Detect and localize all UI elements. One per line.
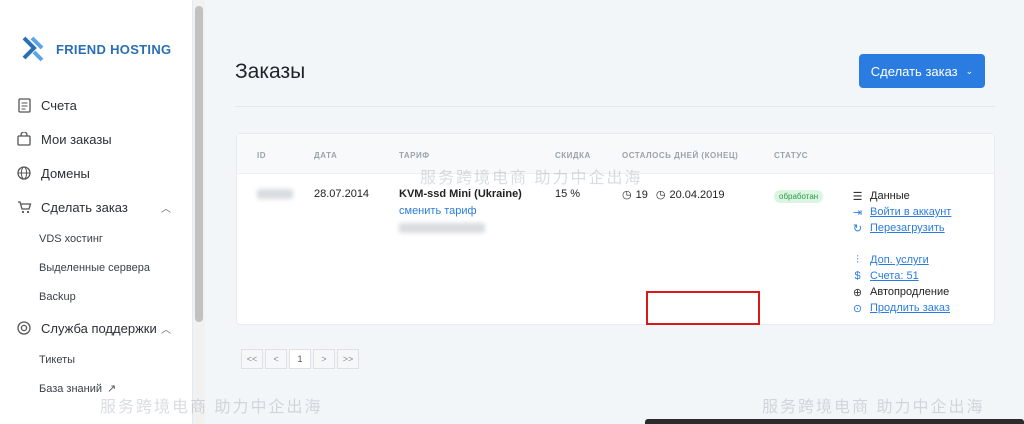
page-last-button[interactable]: >> xyxy=(337,349,359,369)
sidebar-scrollbar[interactable] xyxy=(193,0,205,424)
col-discount: СКИДКА xyxy=(555,151,591,160)
globe-icon xyxy=(16,165,32,181)
page-next-button[interactable]: > xyxy=(313,349,335,369)
action-invoices[interactable]: $ Счета: 51 xyxy=(851,268,991,284)
sidebar-item-label: Мои заказы xyxy=(41,131,112,147)
document-icon xyxy=(16,97,32,113)
sidebar-item-my-orders[interactable]: Мои заказы xyxy=(0,122,193,156)
orders-table: ID ДАТА ТАРИФ СКИДКА ОСТАЛОСЬ ДНЕЙ (КОНЕ… xyxy=(236,133,995,325)
sidebar-subitem-knowledge-base[interactable]: База знаний ↗ xyxy=(0,374,193,403)
cart-icon xyxy=(16,199,32,215)
col-tariff: ТАРИФ xyxy=(399,151,430,160)
action-extend-order[interactable]: ⊙ Продлить заказ xyxy=(851,300,991,316)
sign-in-icon: ⇥ xyxy=(852,206,863,219)
sidebar-item-domains[interactable]: Домены xyxy=(0,156,193,190)
action-data[interactable]: ☰ Данные xyxy=(851,188,991,204)
col-date: ДАТА xyxy=(314,151,338,160)
autorenew-icon: ⊕ xyxy=(852,286,863,299)
redacted-id xyxy=(257,189,293,199)
play-circle-icon: ⊙ xyxy=(852,302,863,315)
action-label: Продлить заказ xyxy=(870,302,950,314)
server-icon: ☰ xyxy=(852,190,863,203)
brand-logo[interactable]: FRIEND HOSTING xyxy=(18,34,171,64)
brand-name: FRIEND HOSTING xyxy=(56,41,172,57)
sidebar-item-label: Домены xyxy=(41,165,90,181)
action-login[interactable]: ⇥ Войти в аккаунт xyxy=(851,204,991,220)
chevron-down-icon: ⌄ xyxy=(965,65,974,76)
col-days-left: ОСТАЛОСЬ ДНЕЙ (КОНЕЦ) xyxy=(622,151,739,160)
friend-hosting-logo-icon xyxy=(22,36,44,62)
make-order-button-label: Сделать заказ xyxy=(870,63,958,79)
sidebar-item-label: Служба поддержки xyxy=(41,320,157,336)
action-extra-services[interactable]: ⫶ Доп. услуги xyxy=(851,252,991,268)
sliders-icon: ⫶ xyxy=(856,253,859,266)
sidebar-subitem-tickets[interactable]: Тикеты xyxy=(0,345,193,374)
clock-icon: ◷ xyxy=(622,189,632,201)
highlight-box xyxy=(646,291,760,325)
sidebar-item-support[interactable]: Служба поддержки ︿ xyxy=(0,311,193,345)
dollar-icon: $ xyxy=(854,270,861,282)
sidebar-subitem-vds[interactable]: VDS хостинг xyxy=(0,224,193,253)
sidebar-item-invoices[interactable]: Счета xyxy=(0,88,193,122)
sidebar-nav: Счета Мои заказы Домены Сделать заказ ︿ … xyxy=(0,88,193,403)
bottom-bar xyxy=(645,419,1024,424)
action-reboot[interactable]: ↻ Перезагрузить xyxy=(851,220,991,236)
status-badge: обработан xyxy=(774,190,824,203)
bag-icon xyxy=(16,131,32,147)
make-order-button[interactable]: Сделать заказ ⌄ xyxy=(859,54,985,88)
change-tariff-link[interactable]: сменить тариф xyxy=(399,205,477,217)
chevron-up-icon: ︿ xyxy=(161,203,171,215)
end-date-value: 20.04.2019 xyxy=(669,188,725,201)
discount-value: 15 % xyxy=(555,188,581,200)
sidebar-item-label: Сделать заказ xyxy=(41,199,128,215)
clock-icon: ◷ xyxy=(655,189,666,201)
page-first-button[interactable]: << xyxy=(241,349,263,369)
order-actions: ☰ Данные ⇥ Войти в аккаунт ↻ Перезагрузи… xyxy=(851,188,991,316)
sidebar-item-make-order[interactable]: Сделать заказ ︿ xyxy=(0,190,193,224)
pagination: << < 1 > >> xyxy=(241,349,361,369)
page-prev-button[interactable]: < xyxy=(265,349,287,369)
divider xyxy=(235,106,995,107)
redacted-ip xyxy=(399,223,485,233)
support-icon xyxy=(16,320,32,336)
sidebar-subitem-dedicated[interactable]: Выделенные сервера xyxy=(0,253,193,282)
main-content: Заказы Сделать заказ ⌄ ID ДАТА ТАРИФ СКИ… xyxy=(205,0,1024,424)
action-label: Счета: 51 xyxy=(870,270,919,282)
sidebar-subitem-backup[interactable]: Backup xyxy=(0,282,193,311)
tariff-name: KVM-ssd Mini (Ukraine) xyxy=(399,188,522,200)
order-date: 28.07.2014 xyxy=(314,188,370,200)
page-current-button[interactable]: 1 xyxy=(289,349,311,369)
sidebar-subitem-label: База знаний xyxy=(39,382,103,395)
table-header: ID ДАТА ТАРИФ СКИДКА ОСТАЛОСЬ ДНЕЙ (КОНЕ… xyxy=(237,134,994,174)
action-autorenew[interactable]: ⊕ Автопродление xyxy=(851,284,991,300)
days-left: ◷ 19 ◷ 20.04.2019 xyxy=(622,188,725,202)
chevron-up-icon: ︿ xyxy=(161,324,171,336)
action-label: Автопродление xyxy=(870,286,950,298)
action-label: Войти в аккаунт xyxy=(870,206,952,218)
days-left-value: 19 xyxy=(635,188,648,201)
sidebar: FRIEND HOSTING Счета Мои заказы Домены С… xyxy=(0,0,193,424)
action-label: Перезагрузить xyxy=(870,222,945,234)
action-label: Доп. услуги xyxy=(870,254,929,266)
col-status: СТАТУС xyxy=(774,151,808,160)
action-label: Данные xyxy=(870,190,910,202)
scrollbar-thumb[interactable] xyxy=(195,6,203,322)
sidebar-item-label: Счета xyxy=(41,97,77,113)
page-title: Заказы xyxy=(235,60,306,83)
col-id: ID xyxy=(257,151,266,160)
refresh-icon: ↻ xyxy=(852,222,863,235)
external-link-icon: ↗ xyxy=(107,383,117,395)
